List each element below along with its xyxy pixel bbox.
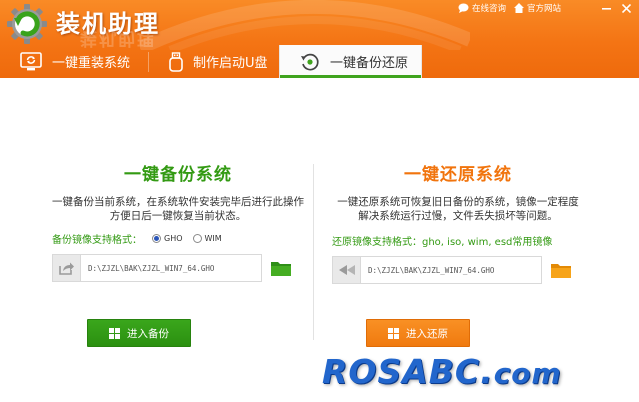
app-logo-icon bbox=[7, 4, 47, 44]
header-bar: 装机助理 装机助理 在线咨询 官方网站 一键重装系统 制作启动U盘 一键备份还原 bbox=[0, 0, 639, 78]
format-radio-wim[interactable]: WIM bbox=[192, 233, 222, 243]
home-icon bbox=[513, 3, 524, 13]
decorative-arc bbox=[140, 0, 470, 50]
enter-restore-label: 进入还原 bbox=[406, 327, 448, 340]
export-arrow-icon bbox=[58, 262, 74, 275]
backup-desc-line2: 方便日后一键恢复当前状态。 bbox=[109, 210, 247, 222]
windows-logo-icon bbox=[109, 327, 120, 339]
restore-format-label: 还原镜像支持格式：gho, iso, wim, esd常用镜像 bbox=[332, 236, 553, 248]
backup-folder-button[interactable] bbox=[270, 259, 292, 277]
close-icon bbox=[621, 4, 631, 13]
window-controls bbox=[595, 2, 635, 15]
tab-backup-label: 一键备份还原 bbox=[330, 56, 409, 71]
enter-restore-button[interactable]: 进入还原 bbox=[366, 319, 470, 347]
official-site-label: 官方网站 bbox=[526, 4, 561, 14]
online-consult-label: 在线咨询 bbox=[471, 4, 506, 14]
tab-reinstall-system[interactable]: 一键重装系统 bbox=[0, 45, 148, 78]
official-site-link[interactable]: 官方网站 bbox=[513, 2, 561, 14]
windows-logo-icon bbox=[388, 327, 399, 339]
backup-title: 一键备份系统 bbox=[124, 165, 232, 185]
tab-reinstall-label: 一键重装系统 bbox=[52, 56, 131, 71]
enter-backup-label: 进入备份 bbox=[127, 327, 169, 340]
watermark-suffix: com bbox=[493, 357, 562, 390]
main-tabs: 一键重装系统 制作启动U盘 一键备份还原 bbox=[0, 45, 639, 78]
restore-path-field[interactable]: D:\ZJZL\BAK\ZJZL_WIN7_64.GHO bbox=[332, 256, 542, 284]
backup-path-value: D:\ZJZL\BAK\ZJZL_WIN7_64.GHO bbox=[88, 263, 215, 273]
backup-description: 一键备份当前系统，在系统软件安装完毕后进行此操作 方便日后一键恢复当前状态。 bbox=[52, 195, 304, 223]
format-wim-label: WIM bbox=[204, 233, 222, 243]
backup-panel: 一键备份系统 一键备份当前系统，在系统软件安装完毕后进行此操作 方便日后一键恢复… bbox=[52, 160, 304, 282]
online-consult-link[interactable]: 在线咨询 bbox=[458, 2, 506, 14]
restore-desc-line1: 一键还原系统可恢复旧日备份的系统，镜像一定程度 bbox=[337, 196, 579, 208]
format-radio-gho[interactable]: GHO bbox=[152, 233, 183, 243]
watermark-main: ROSABC. bbox=[322, 352, 494, 391]
backup-format-label: 备份镜像支持格式： bbox=[52, 234, 142, 246]
restore-path-value: D:\ZJZL\BAK\ZJZL_WIN7_64.GHO bbox=[368, 265, 495, 275]
restore-panel: 一键还原系统 一键还原系统可恢复旧日备份的系统，镜像一定程度 解决系统运行过慢，… bbox=[332, 160, 584, 284]
site-watermark: ROSABC.com bbox=[322, 352, 562, 391]
top-links: 在线咨询 官方网站 bbox=[458, 0, 569, 16]
rewind-arrow-icon bbox=[338, 265, 355, 275]
backup-restore-icon bbox=[301, 53, 319, 70]
chat-bubble-icon bbox=[458, 3, 469, 13]
radio-dot bbox=[192, 233, 202, 243]
backup-path-field[interactable]: D:\ZJZL\BAK\ZJZL_WIN7_64.GHO bbox=[52, 254, 262, 282]
tab-make-usb[interactable]: 制作启动U盘 bbox=[149, 45, 279, 78]
restore-path-icon-box bbox=[333, 257, 361, 283]
format-gho-label: GHO bbox=[164, 233, 183, 243]
app-window: 装机助理 装机助理 在线咨询 官方网站 一键重装系统 制作启动U盘 一键备份还原… bbox=[0, 0, 639, 402]
backup-desc-line1: 一键备份当前系统，在系统软件安装完毕后进行此操作 bbox=[52, 196, 304, 208]
enter-backup-button[interactable]: 进入备份 bbox=[87, 319, 191, 347]
tab-usb-label: 制作启动U盘 bbox=[193, 56, 268, 71]
restore-folder-button[interactable] bbox=[550, 261, 572, 279]
minimize-icon bbox=[601, 8, 611, 10]
backup-path-row: D:\ZJZL\BAK\ZJZL_WIN7_64.GHO bbox=[52, 254, 304, 282]
panel-divider bbox=[313, 164, 314, 340]
monitor-refresh-icon bbox=[20, 51, 42, 70]
minimize-button[interactable] bbox=[597, 2, 615, 15]
tab-backup-restore[interactable]: 一键备份还原 bbox=[279, 45, 422, 78]
restore-description: 一键还原系统可恢复旧日备份的系统，镜像一定程度 解决系统运行过慢，文件丢失损坏等… bbox=[332, 195, 584, 223]
close-button[interactable] bbox=[617, 2, 635, 15]
restore-desc-line2: 解决系统运行过慢，文件丢失损坏等问题。 bbox=[358, 210, 558, 222]
backup-format-row: 备份镜像支持格式： GHO WIM bbox=[52, 231, 304, 246]
restore-title: 一键还原系统 bbox=[404, 165, 512, 185]
usb-drive-icon bbox=[169, 51, 183, 72]
restore-path-row: D:\ZJZL\BAK\ZJZL_WIN7_64.GHO bbox=[332, 256, 584, 284]
radio-dot-selected bbox=[152, 233, 161, 243]
backup-path-icon-box bbox=[53, 255, 81, 281]
